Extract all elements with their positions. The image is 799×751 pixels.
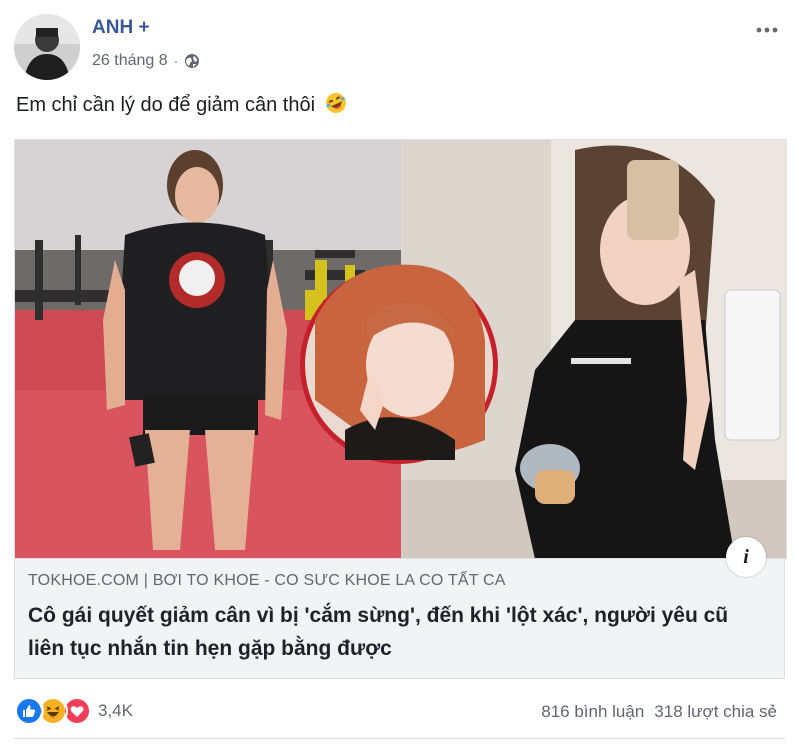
post-stats: 3,4K 816 bình luận 318 lượt chia sẻ [14, 690, 785, 734]
author-name[interactable]: ANH + [92, 17, 150, 39]
facebook-post: ANH + 26 tháng 8 · Em chỉ cần lý do để g… [0, 0, 799, 751]
link-title[interactable]: Cô gái quyết giảm cân vì bị 'cắm sừng', … [28, 599, 768, 665]
avatar-photo [14, 14, 80, 80]
more-options-icon[interactable] [754, 20, 780, 40]
link-preview[interactable]: i TOKHOE.COM | BƠI TO KHOE - CO SƯC KHOE… [14, 537, 785, 679]
rofl-emoji-icon [325, 93, 346, 113]
post-text-content: Em chỉ cần lý do để giảm cân thôi [16, 94, 316, 116]
engagement-counts: 816 bình luận 318 lượt chia sẻ [541, 702, 777, 722]
reactions-summary[interactable]: 3,4K [14, 696, 133, 726]
info-icon: i [743, 545, 749, 568]
like-icon [14, 696, 44, 726]
comment-count[interactable]: 816 bình luận [541, 702, 644, 722]
post-meta: 26 tháng 8 · [92, 52, 200, 70]
post-date[interactable]: 26 tháng 8 [92, 52, 168, 70]
date-separator: · [173, 53, 179, 69]
globe-icon [185, 54, 200, 68]
divider [14, 738, 785, 739]
link-preview-image[interactable] [14, 139, 787, 559]
link-domain: TOKHOE.COM | BƠI TO KHOE - CO SƯC KHOE L… [28, 572, 506, 589]
share-count[interactable]: 318 lượt chia sẻ [654, 702, 777, 722]
post-text: Em chỉ cần lý do để giảm cân thôi [16, 92, 347, 117]
avatar[interactable] [14, 14, 80, 80]
info-button[interactable]: i [726, 537, 766, 577]
article-photo [15, 140, 786, 559]
reaction-count[interactable]: 3,4K [98, 701, 133, 721]
post-header: ANH + 26 tháng 8 · [14, 14, 784, 80]
